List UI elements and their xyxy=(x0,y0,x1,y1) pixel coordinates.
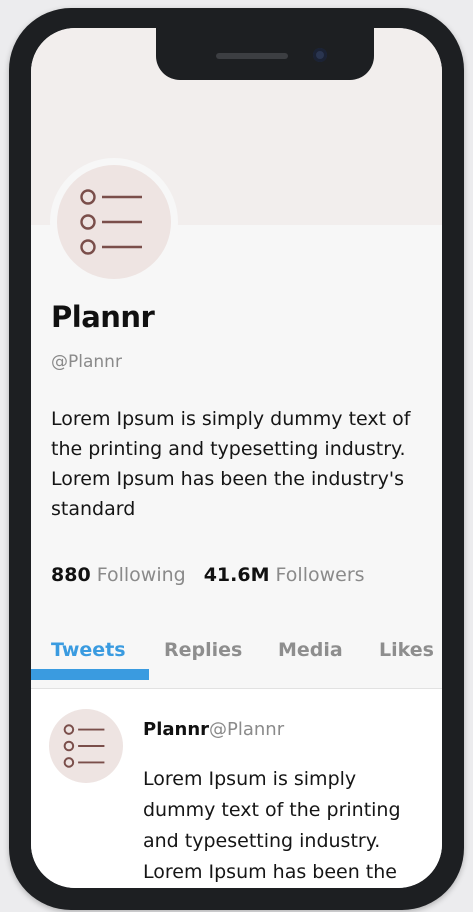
tweet-author-name[interactable]: Plannr xyxy=(143,719,209,740)
followers-count: 41.6M xyxy=(203,564,270,586)
followers-stat[interactable]: 41.6M Followers xyxy=(204,564,365,586)
profile-bio: Lorem Ipsum is simply dummy text of the … xyxy=(51,408,411,520)
list-icon xyxy=(63,724,105,768)
speaker-grille xyxy=(216,53,288,59)
tweet-avatar[interactable] xyxy=(49,709,123,783)
following-stat[interactable]: 880 Following xyxy=(51,564,186,586)
tweet-header: Plannr@Plannr xyxy=(143,719,284,740)
followers-label: Followers xyxy=(275,564,365,586)
tweet-list: Plannr@Plannr Lorem Ipsum is simply dumm… xyxy=(31,689,442,888)
tweet-author-handle: @Plannr xyxy=(209,719,285,740)
phone-frame: Plannr @Plannr Lorem Ipsum is simply dum… xyxy=(9,8,464,910)
tab-replies[interactable]: Replies xyxy=(164,639,242,661)
profile-avatar-image xyxy=(57,165,171,279)
profile-handle: @Plannr xyxy=(51,352,122,372)
following-count: 880 xyxy=(51,564,91,586)
tweet-text: Lorem Ipsum is simply dummy text of the … xyxy=(143,768,401,883)
profile-name: Plannr xyxy=(51,300,155,334)
tab-tweets[interactable]: Tweets xyxy=(51,639,126,661)
active-tab-indicator xyxy=(31,669,149,680)
profile-tabs: Tweets Replies Media Likes xyxy=(31,636,442,689)
front-camera xyxy=(313,48,327,62)
profile-stats: 880 Following 41.6M Followers xyxy=(51,564,365,586)
tab-media[interactable]: Media xyxy=(278,639,343,661)
profile-avatar[interactable] xyxy=(50,158,178,286)
screen: Plannr @Plannr Lorem Ipsum is simply dum… xyxy=(31,28,442,888)
notch xyxy=(156,28,374,80)
tab-likes[interactable]: Likes xyxy=(379,639,434,661)
list-icon xyxy=(80,189,142,255)
following-label: Following xyxy=(96,564,186,586)
